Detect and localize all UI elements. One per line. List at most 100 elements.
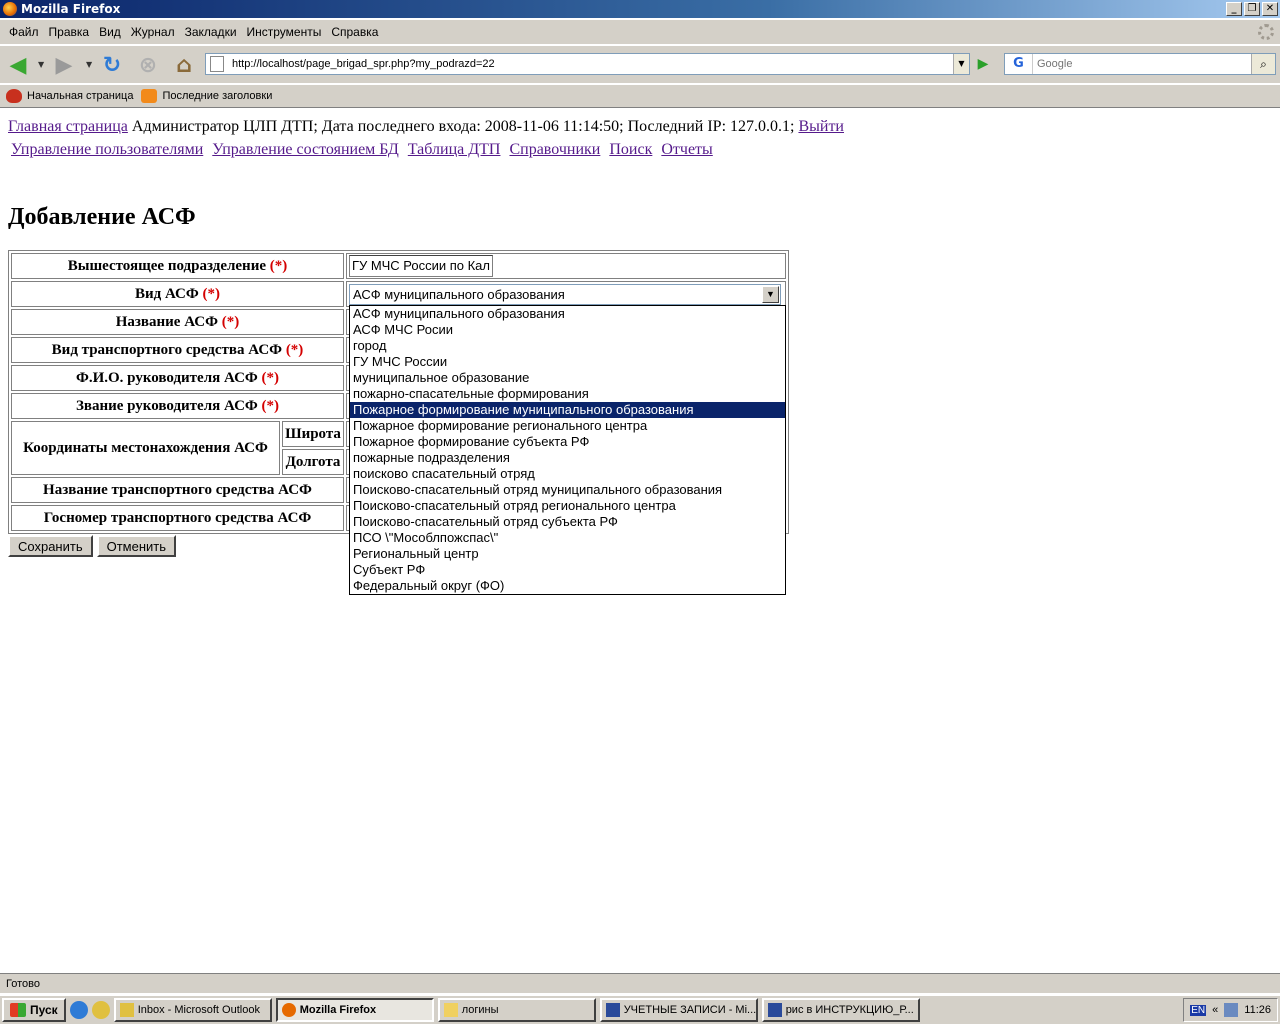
tray-expand-icon[interactable]: « [1212, 1004, 1218, 1016]
firefox-icon [281, 1003, 296, 1017]
dropdown-option[interactable]: ПСО \"Мособлпожспас\" [350, 530, 785, 546]
url-dropdown-icon[interactable]: ▼ [953, 54, 969, 74]
bookmark-label: Последние заголовки [162, 90, 273, 102]
dropdown-option[interactable]: Пожарное формирование муниципального обр… [350, 402, 785, 418]
close-button[interactable]: ✕ [1262, 2, 1278, 16]
cancel-button[interactable]: Отменить [96, 535, 177, 557]
firefox-icon [3, 2, 17, 16]
url-bar[interactable]: ▼ [205, 53, 970, 75]
required-mark: (*) [261, 369, 280, 386]
forward-arrow-icon[interactable]: ▶ [50, 51, 78, 79]
leader-rank-label: Звание руководителя АСФ (*) [11, 393, 344, 419]
home-icon[interactable]: ⌂ [170, 51, 198, 79]
user-info-text: Администратор ЦЛП ДТП; Дата последнего в… [131, 118, 795, 135]
latitude-label: Широта [282, 421, 344, 447]
coords-label: Координаты местонахождения АСФ [11, 421, 280, 475]
chevron-down-icon[interactable]: ▼ [762, 285, 779, 303]
type-dropdown-list[interactable]: АСФ муниципального образования АСФ МЧС Ро… [349, 305, 786, 595]
task-word-accounts[interactable]: УЧЕТНЫЕ ЗАПИСИ - Mi... [599, 998, 758, 1022]
save-button[interactable]: Сохранить [8, 535, 93, 557]
start-button[interactable]: Пуск [2, 998, 66, 1022]
nav-db-state[interactable]: Управление состоянием БД [212, 141, 399, 158]
dropdown-option[interactable]: Региональный центр [350, 546, 785, 562]
menu-edit[interactable]: Правка [44, 25, 95, 39]
task-logins-folder[interactable]: логины [437, 998, 596, 1022]
dropdown-option[interactable]: Поисково-спасательный отряд муниципально… [350, 482, 785, 498]
dropdown-option[interactable]: Поисково-спасательный отряд региональног… [350, 498, 785, 514]
nav-reports[interactable]: Отчеты [661, 141, 712, 158]
task-word-instructions[interactable]: рис в ИНСТРУКЦИЮ_Р... [761, 998, 920, 1022]
minimize-button[interactable]: _ [1226, 2, 1242, 16]
window-titlebar: Mozilla Firefox _ ❐ ✕ [0, 0, 1280, 18]
main-nav: Управление пользователями Управление сос… [11, 141, 718, 159]
dropdown-option[interactable]: муниципальное образование [350, 370, 785, 386]
search-bar[interactable]: G ⌕ [1004, 53, 1276, 75]
url-input[interactable] [232, 58, 952, 70]
firefox-start-icon [6, 89, 22, 103]
leader-name-label: Ф.И.О. руководителя АСФ (*) [11, 365, 344, 391]
parent-unit-label: Вышестоящее подразделение (*) [11, 253, 344, 279]
navigation-toolbar: ◀ ▼ ▶ ▼ ↻ ⊗ ⌂ ▼ ▶ G ⌕ [0, 45, 1280, 83]
form-buttons: Сохранить Отменить [8, 535, 177, 557]
menu-help[interactable]: Справка [326, 25, 383, 39]
bookmark-latest-headlines[interactable]: Последние заголовки [141, 89, 272, 103]
required-mark: (*) [261, 397, 280, 414]
nav-search[interactable]: Поиск [609, 141, 652, 158]
menu-view[interactable]: Вид [94, 25, 126, 39]
bookmark-label: Начальная страница [27, 90, 134, 102]
dropdown-option[interactable]: пожарно-спасательные формирования [350, 386, 785, 402]
type-select[interactable]: АСФ муниципального образования ▼ [349, 283, 781, 305]
reload-icon[interactable]: ↻ [98, 51, 126, 79]
windows-taskbar: Пуск Inbox - Microsoft Outlook Mozilla F… [0, 994, 1280, 1024]
menu-history[interactable]: Журнал [126, 25, 180, 39]
outlook-icon [119, 1003, 134, 1017]
menu-bookmarks[interactable]: Закладки [180, 25, 242, 39]
logout-link[interactable]: Выйти [798, 118, 844, 135]
dropdown-option[interactable]: поисково спасательный отряд [350, 466, 785, 482]
back-arrow-icon[interactable]: ◀ [4, 51, 32, 79]
dropdown-option[interactable]: АСФ муниципального образования [350, 306, 785, 322]
search-input[interactable] [1037, 58, 1247, 70]
bookmark-start-page[interactable]: Начальная страница [6, 89, 133, 103]
required-mark: (*) [285, 341, 304, 358]
go-arrow-icon[interactable]: ▶ [974, 55, 992, 73]
task-outlook[interactable]: Inbox - Microsoft Outlook [113, 998, 272, 1022]
type-label: Вид АСФ (*) [11, 281, 344, 307]
dropdown-option[interactable]: ГУ МЧС России [350, 354, 785, 370]
nav-users[interactable]: Управление пользователями [11, 141, 203, 158]
nav-directories[interactable]: Справочники [509, 141, 600, 158]
dropdown-option[interactable]: Субъект РФ [350, 562, 785, 578]
dropdown-option[interactable]: город [350, 338, 785, 354]
dropdown-option[interactable]: Пожарное формирование регионального цент… [350, 418, 785, 434]
maximize-button[interactable]: ❐ [1244, 2, 1260, 16]
stop-icon[interactable]: ⊗ [134, 51, 162, 79]
form-row-type: Вид АСФ (*) АСФ муниципального образован… [11, 281, 786, 307]
dropdown-option[interactable]: АСФ МЧС Росии [350, 322, 785, 338]
clock: 11:26 [1244, 1004, 1271, 1016]
outlook-quicklaunch-icon[interactable] [91, 1001, 110, 1019]
dropdown-option[interactable]: Пожарное формирование субъекта РФ [350, 434, 785, 450]
task-firefox[interactable]: Mozilla Firefox [275, 998, 434, 1022]
internet-explorer-icon[interactable] [69, 1001, 88, 1019]
home-link[interactable]: Главная страница [8, 118, 128, 135]
word-icon [605, 1003, 620, 1017]
language-indicator[interactable]: EN [1190, 1004, 1207, 1016]
page-icon [210, 56, 224, 72]
search-icon[interactable]: ⌕ [1251, 54, 1275, 74]
dropdown-option[interactable]: Поисково-спасательный отряд субъекта РФ [350, 514, 785, 530]
menu-file[interactable]: Файл [4, 25, 44, 39]
dropdown-option[interactable]: Федеральный округ (ФО) [350, 578, 785, 594]
dropdown-option[interactable]: пожарные подразделения [350, 450, 785, 466]
word-icon [767, 1003, 782, 1017]
header-info-line: Главная страница Администратор ЦЛП ДТП; … [8, 118, 844, 136]
back-dropdown-icon[interactable]: ▼ [38, 60, 44, 69]
bookmarks-toolbar: Начальная страница Последние заголовки [0, 84, 1280, 108]
menu-tools[interactable]: Инструменты [242, 25, 327, 39]
vehicle-name-label: Название транспортного средства АСФ [11, 477, 344, 503]
forward-dropdown-icon[interactable]: ▼ [86, 60, 92, 69]
parent-unit-input[interactable]: ГУ МЧС России по Кал [349, 255, 493, 277]
menu-bar: Файл Правка Вид Журнал Закладки Инструме… [0, 20, 1280, 44]
nav-dtp-table[interactable]: Таблица ДТП [408, 141, 501, 158]
network-icon[interactable] [1224, 1003, 1239, 1017]
google-engine-icon[interactable]: G [1005, 54, 1033, 74]
